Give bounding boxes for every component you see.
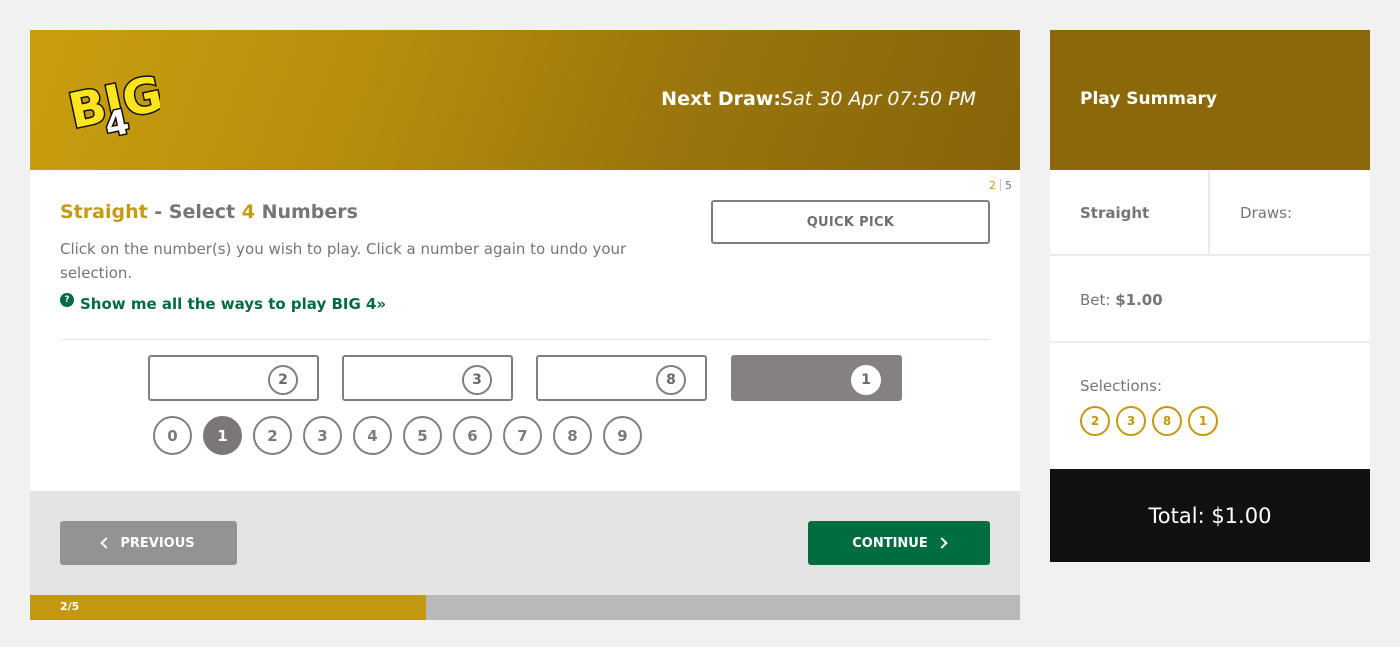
continue-label: CONTINUE — [852, 535, 928, 551]
next-draw-value: Sat 30 Apr 07:50 PM — [781, 88, 976, 110]
digit-button-9[interactable]: 9 — [603, 416, 642, 455]
summary-play-row: Straight Draws: — [1050, 170, 1370, 256]
progress-bar: 2/5 — [30, 595, 1020, 620]
chevron-left-icon — [100, 537, 113, 549]
play-summary-panel: Play Summary Straight Draws: Bet: $1.00 … — [1050, 30, 1370, 562]
number-slot[interactable]: 8 — [536, 355, 707, 401]
play-type-title: Straight — [60, 201, 148, 223]
summary-draws: Draws: — [1240, 204, 1293, 222]
play-header: BIG 4 Next Draw:Sat 30 Apr 07:50 PM — [30, 30, 1020, 170]
digit-button-8[interactable]: 8 — [553, 416, 592, 455]
step-indicator: 25 — [989, 179, 1012, 192]
play-instructions: Click on the number(s) you wish to play.… — [60, 240, 627, 282]
slot-number: 8 — [656, 365, 686, 395]
digit-button-0[interactable]: 0 — [153, 416, 192, 455]
selection-ball: 1 — [1188, 406, 1218, 436]
digit-button-1[interactable]: 1 — [203, 416, 242, 455]
digit-button-3[interactable]: 3 — [303, 416, 342, 455]
ways-to-play-link[interactable]: ? Show me all the ways to play BIG 4» — [60, 293, 387, 313]
title-count: 4 — [241, 201, 255, 223]
title-sep: - Select — [147, 201, 242, 223]
summary-total: Total: $1.00 — [1050, 469, 1370, 562]
play-panel: BIG 4 Next Draw:Sat 30 Apr 07:50 PM 25 S… — [30, 30, 1020, 620]
progress-fill — [30, 595, 426, 620]
summary-bet: Bet: $1.00 — [1050, 256, 1370, 343]
next-draw-label: Next Draw: — [661, 88, 782, 110]
number-slot[interactable]: 3 — [342, 355, 513, 401]
help-icon: ? — [60, 293, 74, 307]
ways-to-play-text: Show me all the ways to play BIG 4» — [80, 295, 387, 313]
nav-footer: PREVIOUS CONTINUE — [30, 491, 1020, 595]
digit-button-2[interactable]: 2 — [253, 416, 292, 455]
bet-label: Bet: — [1080, 291, 1116, 309]
digit-button-4[interactable]: 4 — [353, 416, 392, 455]
summary-title: Play Summary — [1050, 30, 1370, 170]
selection-ball: 3 — [1116, 406, 1146, 436]
slot-number: 3 — [462, 365, 492, 395]
previous-label: PREVIOUS — [120, 535, 195, 551]
step-current: 2 — [989, 179, 996, 192]
selections-label: Selections: — [1080, 377, 1162, 395]
selection-ball: 8 — [1152, 406, 1182, 436]
digit-button-7[interactable]: 7 — [503, 416, 542, 455]
previous-button[interactable]: PREVIOUS — [60, 521, 237, 565]
selection-balls: 2 3 8 1 — [1080, 406, 1370, 436]
summary-play-type: Straight — [1080, 204, 1150, 222]
title-suffix: Numbers — [254, 201, 358, 223]
divider — [60, 339, 990, 340]
progress-text: 2/5 — [60, 600, 80, 613]
summary-selections: Selections: 2 3 8 1 — [1050, 343, 1370, 469]
digit-button-5[interactable]: 5 — [403, 416, 442, 455]
slot-number: 2 — [268, 365, 298, 395]
chevron-right-icon — [936, 537, 948, 549]
play-title: Straight - Select 4 Numbers — [60, 201, 358, 223]
digit-picker: 0 1 2 3 4 5 6 7 8 9 — [153, 416, 653, 455]
step-total: 5 — [1005, 179, 1012, 192]
summary-play-type-cell: Straight — [1050, 170, 1210, 254]
number-slot-active[interactable]: 1 — [731, 355, 902, 401]
next-draw: Next Draw:Sat 30 Apr 07:50 PM — [661, 88, 976, 110]
digit-button-6[interactable]: 6 — [453, 416, 492, 455]
number-slot[interactable]: 2 — [148, 355, 319, 401]
slot-number: 1 — [851, 365, 881, 395]
bet-value: $1.00 — [1115, 291, 1163, 309]
continue-button[interactable]: CONTINUE — [808, 521, 990, 565]
step-separator — [1000, 179, 1001, 191]
quick-pick-button[interactable]: QUICK PICK — [711, 200, 990, 244]
selection-ball: 2 — [1080, 406, 1110, 436]
big4-logo: BIG 4 — [62, 64, 160, 142]
